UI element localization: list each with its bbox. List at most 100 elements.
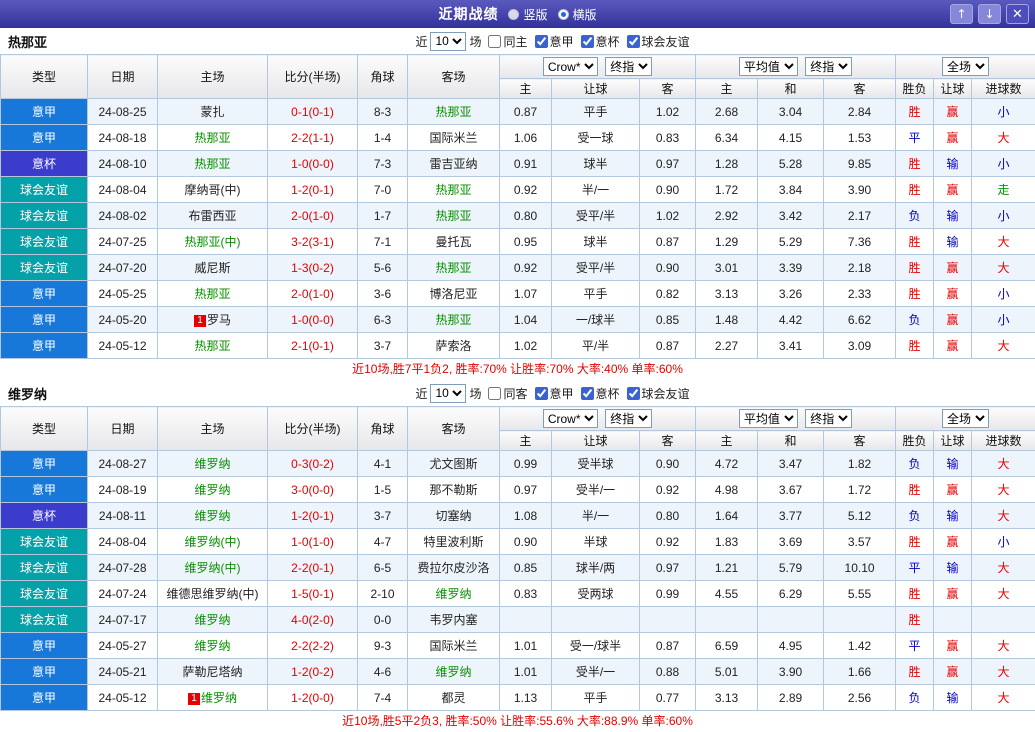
match-row: 意甲24-08-18热那亚2-2(1-1)1-4国际米兰1.06受一球0.836…	[1, 125, 1035, 151]
cup-checkbox[interactable]	[581, 387, 594, 400]
scroll-up-button[interactable]: ↑	[950, 4, 973, 24]
cup-checkbox[interactable]	[581, 35, 594, 48]
fulltime-select[interactable]: 全场	[942, 57, 989, 76]
corner-score: 3-6	[358, 281, 408, 307]
avg-home: 3.13	[696, 281, 758, 307]
odds-home: 1.02	[500, 333, 552, 359]
same-venue-checkbox[interactable]	[488, 35, 501, 48]
avg-away	[824, 607, 896, 633]
result-outcome: 胜	[896, 177, 934, 203]
odds-away	[640, 607, 696, 633]
serie-a-checkbox[interactable]	[535, 35, 548, 48]
odds-away: 0.87	[640, 333, 696, 359]
match-date: 24-05-12	[88, 333, 158, 359]
match-date: 24-07-24	[88, 581, 158, 607]
col-header-avg-home: 主	[696, 79, 758, 99]
odds-away: 0.90	[640, 451, 696, 477]
odds-stage-select[interactable]: 终指	[605, 57, 652, 76]
layout-radio-horizontal[interactable]: 横版	[558, 6, 597, 23]
handicap-line: 受半/一	[552, 477, 640, 503]
odds-away: 0.87	[640, 229, 696, 255]
match-date: 24-08-11	[88, 503, 158, 529]
odds-home: 1.01	[500, 633, 552, 659]
result-handicap: 赢	[934, 125, 972, 151]
corner-score: 6-5	[358, 555, 408, 581]
average-stage-select[interactable]: 终指	[805, 409, 852, 428]
result-handicap: 输	[934, 503, 972, 529]
col-header-avg-away: 客	[824, 79, 896, 99]
result-outcome: 胜	[896, 99, 934, 125]
col-header-avg-home: 主	[696, 431, 758, 451]
serie-a-checkbox[interactable]	[535, 387, 548, 400]
avg-draw: 3.41	[758, 333, 824, 359]
league-friendly-toggle[interactable]: 球会友谊	[623, 385, 690, 402]
league-cup-toggle[interactable]: 意杯	[577, 33, 620, 50]
league-type: 球会友谊	[1, 581, 88, 607]
same-venue-toggle[interactable]: 同主	[484, 33, 527, 50]
odds-home: 0.90	[500, 529, 552, 555]
friendly-checkbox[interactable]	[627, 387, 640, 400]
average-select[interactable]: 平均值	[739, 409, 798, 428]
bookmaker-select[interactable]: Crow*	[543, 409, 598, 428]
match-date: 24-05-12	[88, 685, 158, 711]
record-summary: 近10场,胜7平1负2, 胜率:70% 让胜率:70% 大率:40% 单率:60…	[0, 359, 1035, 380]
avg-draw: 5.29	[758, 229, 824, 255]
fulltime-select[interactable]: 全场	[942, 409, 989, 428]
match-row: 意甲24-05-25热那亚2-0(1-0)3-6博洛尼亚1.07平手0.823.…	[1, 281, 1035, 307]
same-venue-label: 同客	[503, 385, 527, 402]
avg-home: 3.01	[696, 255, 758, 281]
league-cup-toggle[interactable]: 意杯	[577, 385, 620, 402]
recent-count-select[interactable]: 10	[430, 384, 466, 403]
result-goals: 小	[972, 99, 1035, 125]
avg-home: 2.92	[696, 203, 758, 229]
friendly-label: 球会友谊	[642, 385, 690, 402]
result-goals: 大	[972, 659, 1035, 685]
odds-stage-select[interactable]: 终指	[605, 409, 652, 428]
scroll-down-button[interactable]: ↓	[978, 4, 1001, 24]
match-row: 球会友谊24-07-28维罗纳(中)2-2(0-1)6-5费拉尔皮沙洛0.85球…	[1, 555, 1035, 581]
odds-away: 0.88	[640, 659, 696, 685]
near-label: 近	[415, 33, 427, 50]
avg-home: 2.68	[696, 99, 758, 125]
result-outcome: 胜	[896, 607, 934, 633]
close-button[interactable]: ✕	[1006, 4, 1029, 24]
match-row: 球会友谊24-07-25热那亚(中)3-2(3-1)7-1曼托瓦0.95球半0.…	[1, 229, 1035, 255]
avg-away: 5.55	[824, 581, 896, 607]
layout-radio-vertical[interactable]: 竖版	[508, 6, 547, 23]
odds-away: 0.90	[640, 177, 696, 203]
home-team: 热那亚	[158, 125, 268, 151]
avg-away: 2.56	[824, 685, 896, 711]
bookmaker-select[interactable]: Crow*	[543, 57, 598, 76]
odds-away: 0.80	[640, 503, 696, 529]
handicap-line: 受一/球半	[552, 633, 640, 659]
avg-away: 2.18	[824, 255, 896, 281]
recent-count-select[interactable]: 10	[430, 32, 466, 51]
average-stage-select[interactable]: 终指	[805, 57, 852, 76]
match-date: 24-05-25	[88, 281, 158, 307]
match-row: 意甲24-05-12热那亚2-1(0-1)3-7萨索洛1.02平/半0.872.…	[1, 333, 1035, 359]
same-venue-toggle[interactable]: 同客	[484, 385, 527, 402]
away-team: 切塞纳	[408, 503, 500, 529]
home-team: 维罗纳(中)	[158, 555, 268, 581]
avg-home: 2.27	[696, 333, 758, 359]
section-bar: 热那亚 近 10 场 同主 意甲 意杯 球会友谊	[0, 28, 1035, 54]
league-type: 球会友谊	[1, 607, 88, 633]
avg-draw: 3.26	[758, 281, 824, 307]
friendly-checkbox[interactable]	[627, 35, 640, 48]
same-venue-checkbox[interactable]	[488, 387, 501, 400]
avg-draw: 4.42	[758, 307, 824, 333]
average-select[interactable]: 平均值	[739, 57, 798, 76]
result-goals: 小	[972, 307, 1035, 333]
corner-score: 4-6	[358, 659, 408, 685]
odds-group-header: Crow* 终指	[500, 407, 696, 431]
match-date: 24-05-21	[88, 659, 158, 685]
games-label: 场	[469, 385, 481, 402]
league-serie-a-toggle[interactable]: 意甲	[531, 33, 574, 50]
league-friendly-toggle[interactable]: 球会友谊	[623, 33, 690, 50]
league-serie-a-toggle[interactable]: 意甲	[531, 385, 574, 402]
avg-home: 3.13	[696, 685, 758, 711]
home-team: 维罗纳	[158, 477, 268, 503]
result-outcome: 胜	[896, 477, 934, 503]
odds-away: 0.99	[640, 581, 696, 607]
home-team: 维德思维罗纳(中)	[158, 581, 268, 607]
